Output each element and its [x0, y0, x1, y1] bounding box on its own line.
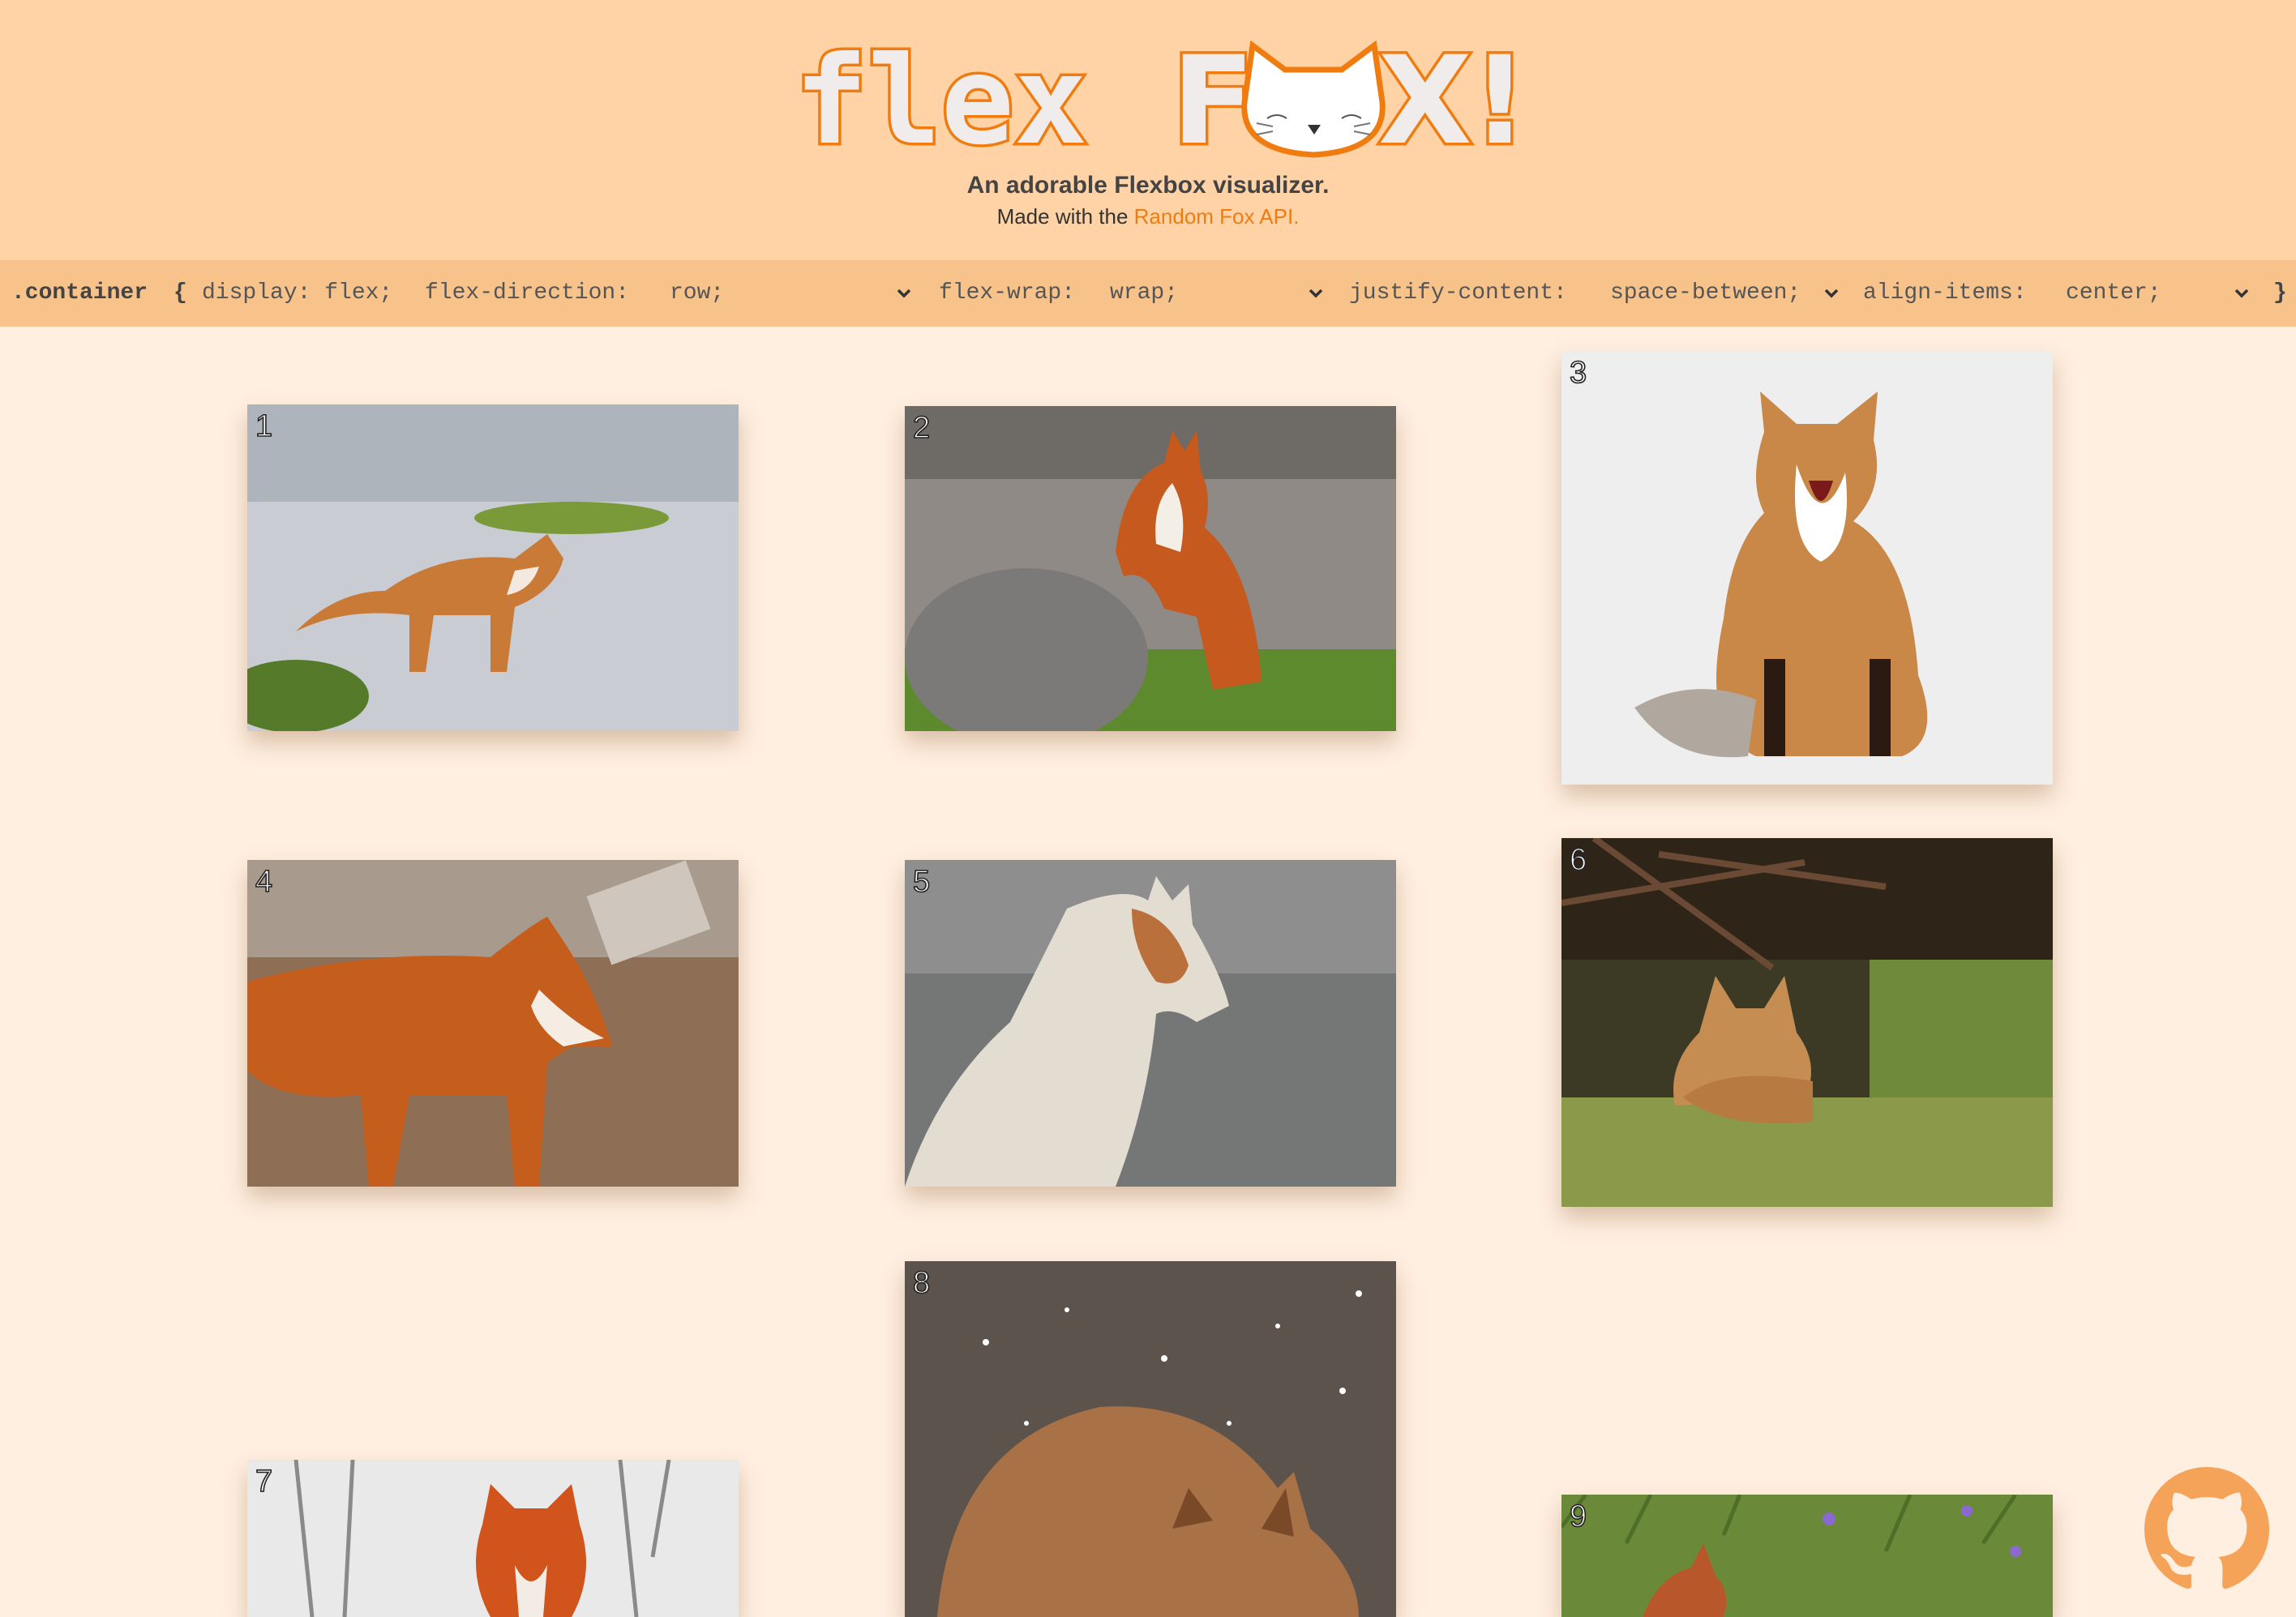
fox-card: 9 [1561, 1495, 2053, 1617]
fox-card: 4 [247, 860, 739, 1187]
card-number: 5 [912, 864, 931, 900]
display-declaration: display: flex; [202, 280, 393, 306]
fox-card: 3 [1561, 351, 2053, 785]
css-controls-bar: .container { display: flex; flex-directi… [0, 260, 2296, 327]
card-number: 9 [1569, 1499, 1587, 1534]
site-header: flex F X! An adorable Flexbox visualizer… [0, 0, 2296, 260]
fox-photo [247, 860, 739, 1187]
fox-card: 2 [905, 406, 1396, 731]
card-number: 4 [255, 864, 273, 900]
fox-card: 6 [1561, 838, 2053, 1207]
random-fox-api-link[interactable]: Random Fox API. [1134, 204, 1300, 229]
fox-card: 8 [905, 1261, 1396, 1617]
container-selector: .container [11, 280, 148, 306]
card-number: 7 [255, 1464, 273, 1499]
fox-card: 7 [247, 1460, 739, 1617]
fox-card: 1 [247, 404, 739, 731]
align-items-label: align-items: [1863, 280, 2027, 306]
fox-photo [905, 1261, 1396, 1617]
card-number: 6 [1569, 842, 1587, 878]
fox-photo [1561, 351, 2053, 785]
card-number: 2 [912, 410, 931, 446]
fox-photo [247, 1460, 739, 1617]
tagline: An adorable Flexbox visualizer. [966, 172, 1330, 199]
svg-text:flex: flex [795, 31, 1087, 159]
fox-photo [1561, 1495, 2053, 1617]
flexfox-logo: flex F X! [792, 29, 1521, 159]
chevron-down-icon[interactable] [1823, 284, 1840, 302]
svg-text:F: F [1172, 31, 1254, 159]
github-icon[interactable] [2144, 1467, 2269, 1592]
made-with-text: Made with the Random Fox API. [996, 204, 1300, 229]
flex-wrap-label: flex-wrap: [939, 280, 1076, 306]
close-brace: } [2273, 280, 2287, 306]
card-number: 3 [1569, 355, 1587, 391]
flex-wrap-select[interactable]: wrap; [1110, 260, 1178, 327]
fox-card: 5 [905, 860, 1396, 1187]
fox-photo [905, 406, 1396, 731]
fox-photo [905, 860, 1396, 1187]
align-items-select[interactable]: center; [2066, 260, 2161, 327]
chevron-down-icon[interactable] [895, 284, 913, 302]
chevron-down-icon[interactable] [1307, 284, 1325, 302]
flex-direction-select[interactable]: row; [670, 260, 724, 327]
svg-text:X!: X! [1378, 31, 1520, 159]
card-number: 1 [255, 409, 273, 444]
open-brace: { [173, 280, 187, 306]
justify-content-select[interactable]: space-between; [1610, 260, 1801, 327]
flex-direction-label: flex-direction: [425, 280, 630, 306]
chevron-down-icon[interactable] [2233, 284, 2251, 302]
card-number: 8 [912, 1265, 931, 1301]
fox-photo [1561, 838, 2053, 1207]
justify-content-label: justify-content: [1349, 280, 1567, 306]
fox-face-icon [1241, 40, 1386, 158]
fox-photo [247, 404, 739, 731]
